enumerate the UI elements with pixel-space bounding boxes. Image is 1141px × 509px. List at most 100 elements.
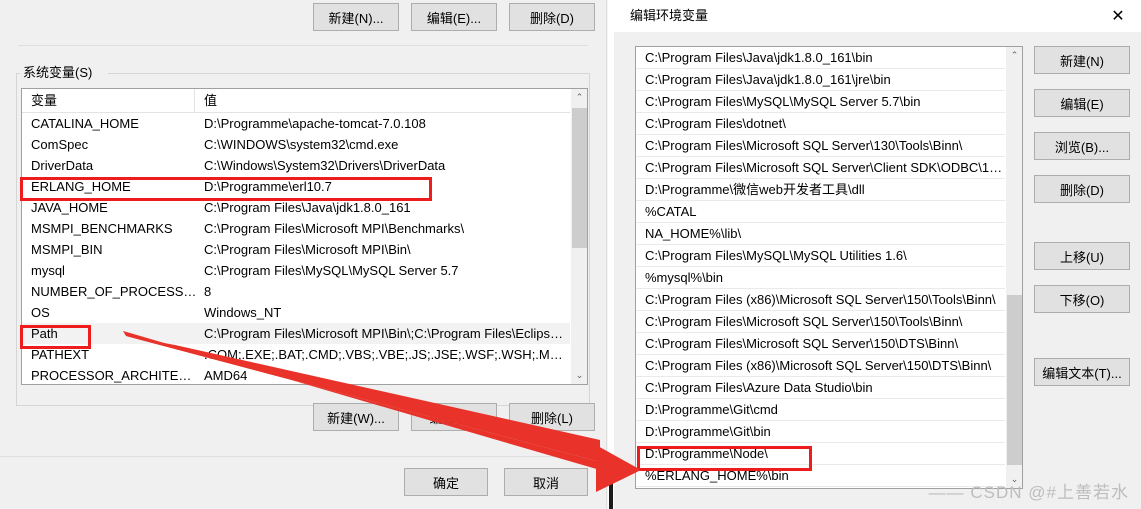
list-item[interactable]: C:\Program Files\Java\jdk1.8.0_161\bin bbox=[636, 47, 1007, 69]
user-variables-button-row: 新建(N)... 编辑(E)... 删除(D) bbox=[313, 3, 603, 31]
variable-name-cell: Path bbox=[31, 326, 58, 341]
window-dark-edge bbox=[609, 460, 613, 509]
delete-user-variable-button[interactable]: 删除(D) bbox=[509, 3, 595, 31]
column-header-value[interactable]: 值 bbox=[195, 89, 570, 112]
variable-value-cell: Windows_NT bbox=[204, 305, 282, 320]
path-editor-button-column: 新建(N) 编辑(E) 浏览(B)... 删除(D) 上移(U) 下移(O) 编… bbox=[1034, 46, 1134, 496]
dialog-footer-buttons: 确定 取消 bbox=[404, 468, 594, 496]
variable-name-cell: OS bbox=[31, 305, 50, 320]
footer-divider bbox=[0, 456, 606, 457]
scrollbar-thumb[interactable] bbox=[572, 108, 587, 248]
variable-name-cell: ComSpec bbox=[31, 137, 89, 152]
path-entries-rows: C:\Program Files\Java\jdk1.8.0_161\bin C:… bbox=[636, 47, 1007, 488]
system-variables-button-row: 新建(W)... 编辑(I)... 删除(L) bbox=[313, 403, 603, 431]
variable-value-cell: C:\Program Files\Microsoft MPI\Bin\ bbox=[204, 242, 411, 257]
table-row[interactable]: Path C:\Program Files\Microsoft MPI\Bin\;… bbox=[22, 323, 587, 344]
variable-name-cell: CATALINA_HOME bbox=[31, 116, 139, 131]
table-row[interactable]: CATALINA_HOME D:\Programme\apache-tomcat-… bbox=[22, 113, 587, 134]
table-row[interactable]: OS Windows_NT bbox=[22, 302, 587, 323]
variable-name-cell: PATHEXT bbox=[31, 347, 90, 362]
variable-name-cell: MSMPI_BIN bbox=[31, 242, 103, 257]
system-variables-scrollbar[interactable]: ⌃ ⌄ bbox=[570, 89, 587, 384]
variable-name-cell: NUMBER_OF_PROCESSORS bbox=[31, 284, 199, 299]
list-item[interactable]: NA_HOME%\lib\ bbox=[636, 223, 1007, 245]
variable-value-cell: AMD64 bbox=[204, 368, 248, 383]
variable-name-cell: ERLANG_HOME bbox=[31, 179, 131, 194]
list-item[interactable]: D:\Programme\Git\cmd bbox=[636, 399, 1007, 421]
new-system-variable-button[interactable]: 新建(W)... bbox=[313, 403, 399, 431]
window-body: C:\Program Files\Java\jdk1.8.0_161\bin C:… bbox=[614, 32, 1141, 509]
variable-value-cell: C:\Program Files\Java\jdk1.8.0_161 bbox=[204, 200, 411, 215]
list-item[interactable]: D:\Programme\微信web开发者工具\dll bbox=[636, 179, 1007, 201]
move-down-button[interactable]: 下移(O) bbox=[1034, 285, 1130, 313]
edit-system-variable-button[interactable]: 编辑(I)... bbox=[411, 403, 497, 431]
variable-value-cell: D:\Programme\apache-tomcat-7.0.108 bbox=[204, 116, 426, 131]
variable-value-cell: D:\Programme\erl10.7 bbox=[204, 179, 332, 194]
close-icon[interactable]: ✕ bbox=[1095, 0, 1141, 32]
move-up-button[interactable]: 上移(U) bbox=[1034, 242, 1130, 270]
variable-value-cell: C:\Program Files\MySQL\MySQL Server 5.7 bbox=[204, 263, 459, 278]
system-variables-list[interactable]: 变量 值 CATALINA_HOME D:\Programme\apache-to… bbox=[21, 88, 588, 385]
variable-name-cell: DriverData bbox=[31, 158, 94, 173]
list-item[interactable]: C:\Program Files (x86)\Microsoft SQL Ser… bbox=[636, 355, 1007, 377]
list-item[interactable]: D:\Programme\Git\bin bbox=[636, 421, 1007, 443]
table-row[interactable]: MSMPI_BENCHMARKS C:\Program Files\Microso… bbox=[22, 218, 587, 239]
delete-system-variable-button[interactable]: 删除(L) bbox=[509, 403, 595, 431]
list-item[interactable]: C:\Program Files\MySQL\MySQL Utilities 1… bbox=[636, 245, 1007, 267]
list-item[interactable]: C:\Program Files\dotnet\ bbox=[636, 113, 1007, 135]
variable-name-cell: PROCESSOR_ARCHITECT... bbox=[31, 368, 199, 383]
variable-name-cell: JAVA_HOME bbox=[31, 200, 108, 215]
table-row[interactable]: mysql C:\Program Files\MySQL\MySQL Server… bbox=[22, 260, 587, 281]
list-item[interactable]: C:\Program Files\Microsoft SQL Server\13… bbox=[636, 135, 1007, 157]
table-row[interactable]: NUMBER_OF_PROCESSORS 8 bbox=[22, 281, 587, 302]
list-item[interactable]: C:\Program Files (x86)\Microsoft SQL Ser… bbox=[636, 289, 1007, 311]
table-row[interactable]: DriverData C:\Windows\System32\Drivers\Dr… bbox=[22, 155, 587, 176]
variable-value-cell: C:\Program Files\Microsoft MPI\Bin\;C:\P… bbox=[204, 326, 564, 341]
variable-value-cell: C:\Windows\System32\Drivers\DriverData bbox=[204, 158, 446, 173]
list-item[interactable]: C:\Program Files\Microsoft SQL Server\Cl… bbox=[636, 157, 1007, 179]
table-row[interactable]: JAVA_HOME C:\Program Files\Java\jdk1.8.0_… bbox=[22, 197, 587, 218]
scroll-up-icon[interactable]: ⌃ bbox=[571, 89, 587, 106]
browse-path-button[interactable]: 浏览(B)... bbox=[1034, 132, 1130, 160]
table-row[interactable]: ComSpec C:\WINDOWS\system32\cmd.exe bbox=[22, 134, 587, 155]
window-titlebar: 编辑环境变量 ✕ bbox=[614, 0, 1141, 32]
list-item[interactable]: C:\Program Files\Azure Data Studio\bin bbox=[636, 377, 1007, 399]
table-row[interactable]: PROCESSOR_ARCHITECT... AMD64 bbox=[22, 365, 587, 384]
list-item[interactable]: %CATAL bbox=[636, 201, 1007, 223]
table-row[interactable]: ERLANG_HOME D:\Programme\erl10.7 bbox=[22, 176, 587, 197]
list-item[interactable]: C:\Program Files\Java\jdk1.8.0_161\jre\b… bbox=[636, 69, 1007, 91]
environment-variables-dialog: 新建(N)... 编辑(E)... 删除(D) 系统变量(S) 变量 值 CAT… bbox=[0, 0, 606, 509]
list-item[interactable]: C:\Program Files\MySQL\MySQL Server 5.7\… bbox=[636, 91, 1007, 113]
variable-value-cell: 8 bbox=[204, 284, 212, 299]
list-item[interactable]: %mysql%\bin bbox=[636, 267, 1007, 289]
path-entries-list[interactable]: C:\Program Files\Java\jdk1.8.0_161\bin C:… bbox=[635, 46, 1023, 489]
window-shadow bbox=[606, 0, 608, 509]
edit-user-variable-button[interactable]: 编辑(E)... bbox=[411, 3, 497, 31]
scrollbar-thumb[interactable] bbox=[1007, 295, 1022, 465]
cancel-button[interactable]: 取消 bbox=[504, 468, 588, 496]
scroll-down-icon[interactable]: ⌄ bbox=[571, 367, 587, 384]
system-variables-list-header: 变量 值 bbox=[22, 89, 587, 113]
table-row[interactable]: PATHEXT .COM;.EXE;.BAT;.CMD;.VBS;.VBE;.JS… bbox=[22, 344, 587, 365]
ok-button[interactable]: 确定 bbox=[404, 468, 488, 496]
system-variables-label: 系统变量(S) bbox=[20, 64, 96, 82]
edit-environment-variable-window: 编辑环境变量 ✕ C:\Program Files\Java\jdk1.8.0_… bbox=[614, 0, 1141, 509]
variable-name-cell: mysql bbox=[31, 263, 65, 278]
variable-name-cell: MSMPI_BENCHMARKS bbox=[31, 221, 173, 236]
edit-text-button[interactable]: 编辑文本(T)... bbox=[1034, 358, 1130, 386]
scroll-up-icon[interactable]: ⌃ bbox=[1006, 47, 1022, 64]
list-item[interactable]: C:\Program Files\Microsoft SQL Server\15… bbox=[636, 333, 1007, 355]
list-item[interactable]: C:\Program Files\Microsoft SQL Server\15… bbox=[636, 311, 1007, 333]
variable-value-cell: .COM;.EXE;.BAT;.CMD;.VBS;.VBE;.JS;.JSE;.… bbox=[204, 347, 564, 362]
path-list-scrollbar[interactable]: ⌃ ⌄ bbox=[1005, 47, 1022, 488]
table-row[interactable]: MSMPI_BIN C:\Program Files\Microsoft MPI\… bbox=[22, 239, 587, 260]
new-path-button[interactable]: 新建(N) bbox=[1034, 46, 1130, 74]
list-item[interactable]: D:\Programme\Node\ bbox=[636, 443, 1007, 465]
new-user-variable-button[interactable]: 新建(N)... bbox=[313, 3, 399, 31]
column-header-variable[interactable]: 变量 bbox=[22, 89, 195, 112]
section-divider bbox=[18, 45, 588, 46]
delete-path-button[interactable]: 删除(D) bbox=[1034, 175, 1130, 203]
watermark: —— CSDN @#上善若水 bbox=[928, 483, 1129, 502]
edit-path-button[interactable]: 编辑(E) bbox=[1034, 89, 1130, 117]
variable-value-cell: C:\WINDOWS\system32\cmd.exe bbox=[204, 137, 399, 152]
